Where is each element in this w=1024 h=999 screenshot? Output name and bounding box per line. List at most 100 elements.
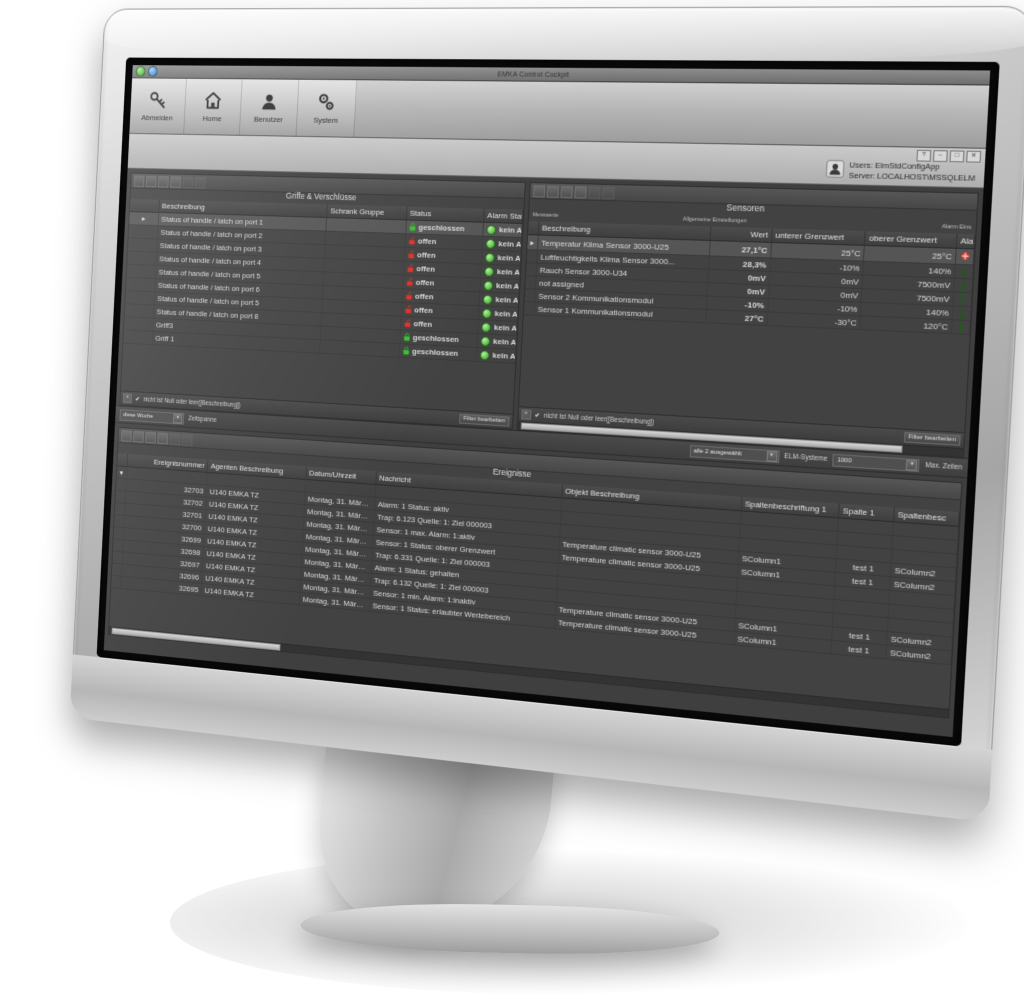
close-button[interactable]: ✕ bbox=[966, 150, 982, 163]
cut-icon[interactable] bbox=[559, 185, 573, 198]
filter-enabled-checkbox[interactable]: ✔ bbox=[135, 395, 140, 403]
chevron-down-icon[interactable]: ▾ bbox=[766, 450, 778, 462]
minimize-button[interactable]: – bbox=[932, 150, 948, 163]
ribbon-empty-area bbox=[354, 80, 989, 148]
elm-systems-label: ELM-Systeme bbox=[784, 452, 828, 463]
status-ok-icon bbox=[962, 265, 966, 278]
row-marker: ▸ bbox=[129, 211, 159, 226]
layout-icon[interactable] bbox=[145, 175, 157, 187]
status-ok-icon bbox=[961, 279, 965, 292]
lock-closed-icon bbox=[403, 333, 410, 341]
col-alarm-status[interactable]: Alarm Status bbox=[483, 208, 523, 224]
application: EMKA Control Cockpit Abmelden Home Benut… bbox=[103, 65, 991, 738]
timespan-label: Zeitspanne bbox=[188, 415, 217, 424]
screen: EMKA Control Cockpit Abmelden Home Benut… bbox=[103, 65, 991, 738]
timespan-value: diese Woche bbox=[123, 411, 154, 420]
remove-filter-icon[interactable]: × bbox=[122, 393, 132, 404]
status-ok-icon bbox=[960, 293, 964, 306]
cut-icon[interactable] bbox=[145, 431, 157, 444]
elm-systems-combo[interactable]: alle 2 ausgewählt ▾ bbox=[689, 444, 780, 463]
saveas-icon[interactable] bbox=[587, 185, 601, 199]
sensors-edit-filter-button[interactable]: Filter bearbeiten bbox=[903, 431, 961, 446]
ribbon-button-label: System bbox=[313, 115, 339, 125]
col-alarm[interactable]: Alarm bbox=[956, 233, 975, 249]
row-marker bbox=[524, 275, 537, 290]
copy-icon[interactable] bbox=[573, 185, 587, 199]
layout-icon[interactable] bbox=[546, 184, 559, 198]
group-alarm: Alarm Eins bbox=[941, 223, 972, 232]
saveas-icon[interactable] bbox=[182, 176, 194, 188]
row-marker bbox=[127, 237, 158, 253]
cell-alarm-status: kein Alarm bbox=[482, 236, 522, 252]
row-marker-header bbox=[129, 198, 160, 213]
row-marker bbox=[125, 277, 156, 292]
row-marker bbox=[523, 301, 535, 316]
max-rows-label: Max. Zeilen bbox=[924, 461, 963, 472]
help-button[interactable]: ? bbox=[916, 149, 932, 162]
status-ok-icon bbox=[485, 238, 496, 249]
cell-alarm bbox=[953, 278, 973, 293]
lock-open-icon bbox=[407, 264, 414, 273]
copy-icon[interactable] bbox=[170, 175, 182, 188]
ribbon-button-abmelden[interactable]: Abmelden bbox=[129, 78, 187, 134]
row-marker: ▸ bbox=[526, 234, 539, 251]
status-green-icon bbox=[135, 66, 146, 77]
gears-icon bbox=[316, 92, 337, 114]
handles-table: Beschreibung Schrank Gruppe Status Alarm… bbox=[123, 198, 523, 364]
lock-open-icon bbox=[406, 278, 413, 286]
copy-icon[interactable] bbox=[157, 431, 169, 444]
status-ok-icon bbox=[479, 349, 490, 361]
key-icon bbox=[148, 90, 168, 111]
status-ok-icon bbox=[486, 224, 497, 235]
row-marker bbox=[126, 264, 157, 279]
lock-open-icon bbox=[408, 250, 414, 259]
save-icon[interactable] bbox=[133, 174, 145, 187]
timespan-combo[interactable]: diese Woche ▾ bbox=[119, 408, 185, 425]
cell-alarm bbox=[952, 305, 971, 321]
chevron-down-icon[interactable]: ▾ bbox=[906, 459, 918, 471]
monitor-scene: EMKA Control Cockpit Abmelden Home Benut… bbox=[0, 0, 1024, 999]
handles-edit-filter-button[interactable]: Filter bearbeiten bbox=[459, 413, 510, 427]
lock-closed-icon bbox=[409, 222, 416, 231]
filter-enabled-checkbox[interactable]: ✔ bbox=[534, 411, 540, 419]
ribbon-button-home[interactable]: Home bbox=[184, 78, 243, 135]
status-ok-icon bbox=[484, 252, 496, 263]
cell-alarm bbox=[951, 319, 970, 335]
chevron-down-icon[interactable]: ▾ bbox=[173, 413, 183, 424]
cell-alarm bbox=[952, 292, 972, 307]
row-marker bbox=[128, 224, 158, 239]
ribbon-button-label: Home bbox=[202, 114, 222, 124]
alarm-active-icon bbox=[960, 251, 969, 261]
lock-closed-icon bbox=[402, 346, 409, 355]
server-name: Server: LOCALHOST\MSSQLELM bbox=[848, 170, 976, 183]
cell-alarm-status: kein Alarm bbox=[479, 277, 519, 294]
delete-icon[interactable] bbox=[181, 433, 193, 446]
status-ok-icon bbox=[484, 266, 495, 277]
sensors-table: Beschreibung Wert unterer Grenzwert ober… bbox=[523, 221, 975, 335]
delete-icon[interactable] bbox=[601, 186, 615, 199]
maximize-button[interactable]: □ bbox=[949, 150, 965, 163]
delete-icon[interactable] bbox=[194, 176, 206, 189]
saveas-icon[interactable] bbox=[169, 432, 181, 445]
lock-open-icon bbox=[404, 319, 411, 328]
cut-icon[interactable] bbox=[157, 175, 169, 188]
ribbon-button-benutzer[interactable]: Benutzer bbox=[239, 79, 300, 136]
row-marker bbox=[523, 288, 536, 303]
max-rows-combo[interactable]: 1000 ▾ bbox=[832, 453, 920, 472]
save-icon[interactable] bbox=[532, 184, 545, 197]
save-icon[interactable] bbox=[121, 429, 132, 442]
remove-filter-icon[interactable]: × bbox=[520, 409, 531, 420]
row-marker bbox=[127, 251, 157, 266]
status-ok-icon bbox=[960, 307, 963, 320]
max-rows-value: 1000 bbox=[837, 456, 852, 465]
layout-icon[interactable] bbox=[133, 430, 144, 443]
lock-open-icon bbox=[405, 291, 412, 300]
cell-status: geschlossen bbox=[399, 343, 478, 362]
elm-systems-value: alle 2 ausgewählt bbox=[693, 447, 742, 457]
cell-alarm-status: kein Alarm bbox=[480, 264, 520, 280]
cell-schrank-gruppe bbox=[319, 339, 400, 358]
handles-table-body: ▸ Status of handle / latch on port 1 gesch… bbox=[123, 211, 522, 364]
sensors-table-body: ▸ Temperatur Klima Sensor 3000-U25 27,1°C 2… bbox=[523, 234, 975, 335]
ribbon-button-system[interactable]: System bbox=[296, 79, 358, 137]
status-ok-icon bbox=[480, 335, 491, 347]
